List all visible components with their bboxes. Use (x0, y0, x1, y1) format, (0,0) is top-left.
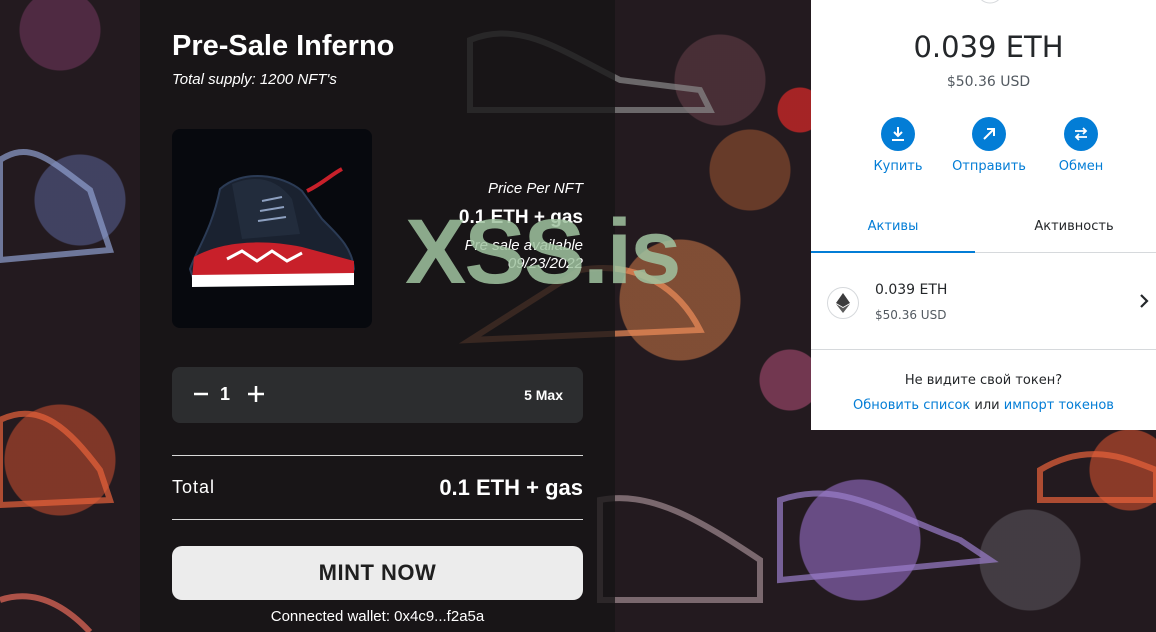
send-label: Отправить (952, 159, 1026, 174)
wallet-balance: 0.039 ETH (913, 30, 1064, 64)
wallet-popup: 0.039 ETH $50.36 USD Купить Отправить Об… (811, 0, 1156, 430)
presale-date: 09/23/2022 (507, 255, 583, 272)
or-text: или (974, 398, 1000, 413)
tab-activity[interactable]: Активность (992, 205, 1156, 251)
swap-icon (1074, 127, 1088, 141)
price-per-nft-label: Price Per NFT (487, 180, 583, 197)
buy-button[interactable]: Купить (853, 117, 943, 174)
arrow-up-right-icon (983, 128, 995, 140)
divider (172, 455, 583, 456)
swap-label: Обмен (1058, 159, 1104, 174)
asset-usd-value: $50.36 USD (875, 308, 947, 322)
total-label: Total (172, 477, 216, 497)
ethereum-icon (827, 287, 859, 319)
nft-sneaker-image (172, 129, 372, 328)
presale-availability: Pre sale available 09/23/2022 (459, 237, 583, 273)
quantity-stepper: 1 5 Max (172, 367, 583, 423)
minus-icon (194, 392, 208, 396)
wallet-balance-usd: $50.36 USD (946, 74, 1031, 90)
chevron-right-icon (1140, 294, 1149, 308)
asset-row-eth[interactable]: 0.039 ETH $50.36 USD (811, 253, 1156, 350)
send-button[interactable]: Отправить (944, 117, 1034, 174)
quantity-value: 1 (220, 384, 231, 404)
collection-title: Pre-Sale Inferno (172, 30, 395, 62)
presale-label: Pre sale available (464, 237, 583, 254)
missing-token-hint: Не видите свой токен? (904, 373, 1063, 388)
decrease-quantity-button[interactable] (186, 379, 216, 409)
swap-button[interactable]: Обмен (1036, 117, 1126, 174)
mint-now-button[interactable]: MINT NOW (172, 546, 583, 600)
asset-amount: 0.039 ETH (875, 282, 948, 298)
buy-label: Купить (873, 159, 923, 174)
sneaker-illustration (188, 167, 356, 287)
connected-wallet-address: Connected wallet: 0x4c9...f2a5a (270, 608, 485, 625)
price-info: Price Per NFT 0.1 ETH + gas Pre sale ava… (459, 180, 583, 273)
price-value: 0.1 ETH + gas (458, 207, 583, 228)
connected-wallet-text: Connected wallet: 0x4c9...f2a5a (0, 608, 755, 625)
increase-quantity-button[interactable] (241, 379, 271, 409)
import-tokens-link[interactable]: импорт токенов (1004, 398, 1114, 413)
refresh-list-link[interactable]: Обновить список (853, 398, 970, 413)
ethereum-icon (980, 0, 1000, 4)
download-icon (892, 127, 904, 141)
plus-icon (248, 386, 264, 402)
tab-assets[interactable]: Активы (811, 205, 975, 253)
token-links: Обновить список или импорт токенов (811, 398, 1156, 413)
wallet-tabs: Активы Активность (811, 205, 1156, 253)
total-supply-text: Total supply: 1200 NFT's (172, 71, 337, 88)
max-quantity-label: 5 Max (524, 387, 563, 403)
divider (172, 519, 583, 520)
total-value: 0.1 ETH + gas (439, 475, 583, 500)
